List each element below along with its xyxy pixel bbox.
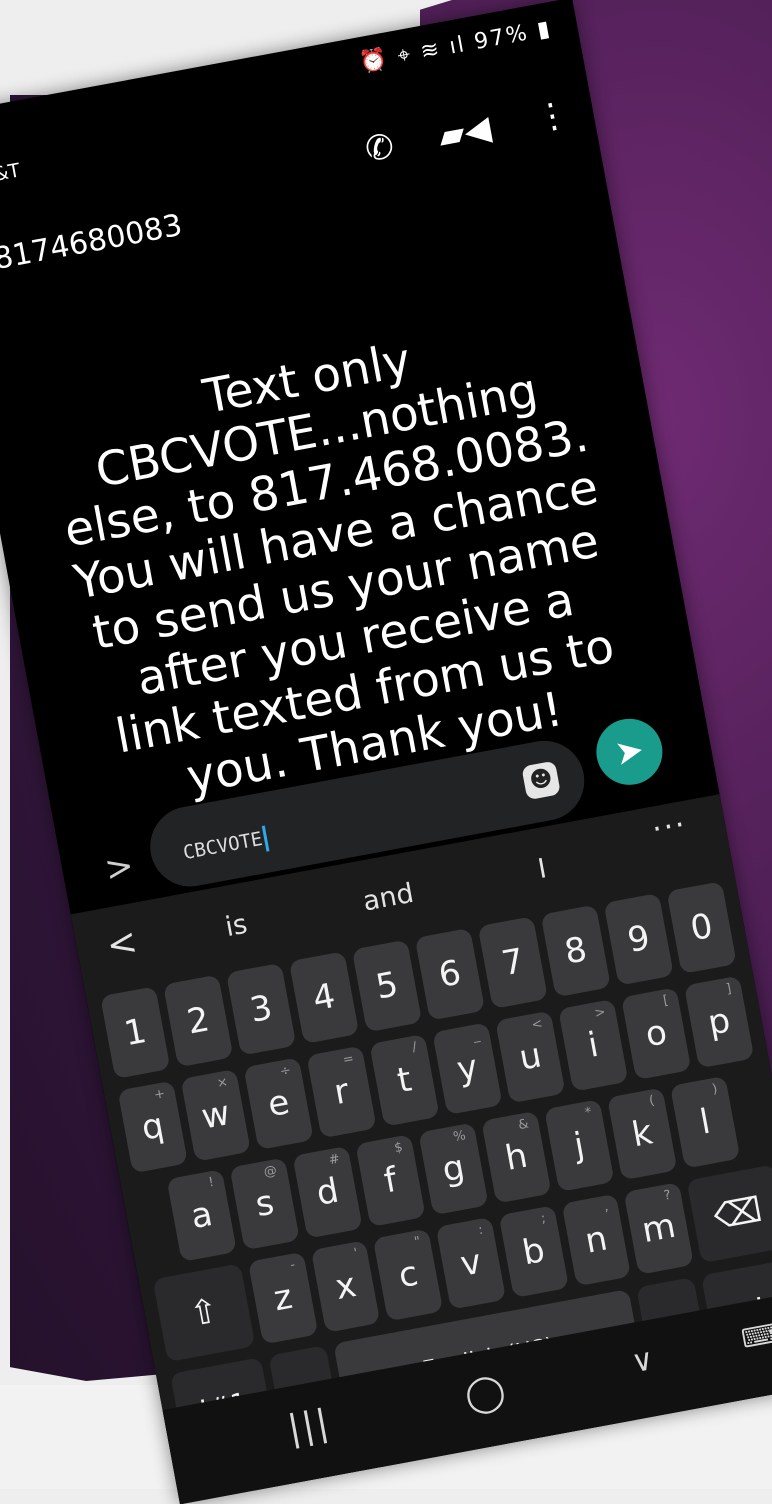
suggestion-back-button[interactable]: <	[103, 921, 140, 967]
suggestion-3[interactable]: I	[536, 853, 549, 885]
key-f[interactable]: $ f	[355, 1134, 426, 1227]
key-8[interactable]: 8	[540, 904, 611, 998]
key-6[interactable]: 6	[414, 927, 486, 1021]
message-input-value: CBCVOTE	[181, 825, 270, 867]
more-options-icon[interactable]: ⋮	[532, 93, 573, 139]
key-y[interactable]: _ y	[432, 1022, 503, 1116]
key-7[interactable]: 7	[477, 916, 549, 1010]
key-w[interactable]: × w	[180, 1068, 251, 1162]
key-1[interactable]: 1	[100, 986, 171, 1079]
expand-button[interactable]: >	[102, 845, 137, 890]
key-q[interactable]: + q	[117, 1080, 188, 1174]
key-u[interactable]: < u	[495, 1010, 566, 1104]
contact-number: 8174680083	[0, 207, 185, 278]
key-z[interactable]: -z	[248, 1251, 319, 1345]
send-icon: ➤	[611, 729, 648, 775]
key-c[interactable]: " c	[373, 1228, 444, 1322]
key-j[interactable]: * j	[544, 1099, 615, 1192]
key-i[interactable]: > i	[558, 998, 629, 1092]
send-button[interactable]: ➤	[590, 713, 668, 791]
key-3[interactable]: 3	[225, 962, 297, 1056]
key-h[interactable]: & h	[481, 1110, 552, 1204]
key-v[interactable]: :v	[435, 1216, 506, 1310]
key-0[interactable]: 0	[666, 881, 737, 975]
hide-keyboard-button[interactable]: ∨	[629, 1342, 657, 1380]
key-5[interactable]: 5	[351, 939, 423, 1033]
header-actions: ✆ ▰◀ ⋮	[362, 93, 573, 171]
backspace-key[interactable]: ⌫	[686, 1164, 772, 1264]
phone-icon[interactable]: ✆	[362, 126, 397, 171]
key-s[interactable]: @ s	[229, 1157, 300, 1251]
key-a[interactable]: ! a	[166, 1169, 237, 1262]
battery-icon: ▮	[535, 16, 554, 44]
key-2[interactable]: 2	[163, 974, 234, 1068]
key-t[interactable]: / t	[369, 1033, 440, 1127]
status-icons-text: ⏰ ⌖ ≋ ıl	[357, 32, 468, 77]
shift-key[interactable]: ⇧	[152, 1263, 256, 1363]
key-4[interactable]: 4	[288, 951, 360, 1044]
video-call-icon[interactable]: ▰◀	[435, 108, 494, 157]
sticker-icon[interactable]: ☻	[521, 760, 561, 801]
key-9[interactable]: 9	[603, 892, 674, 986]
key-e[interactable]: ÷ e	[243, 1057, 314, 1151]
suggestion-1[interactable]: is	[223, 909, 250, 943]
shift-icon: ⇧	[186, 1290, 222, 1336]
key-r[interactable]: = r	[306, 1045, 377, 1139]
battery-percent: 97%	[472, 20, 531, 55]
key-d[interactable]: # d	[292, 1145, 363, 1239]
key-m[interactable]: ? m	[623, 1182, 694, 1275]
key-b[interactable]: ; b	[498, 1205, 569, 1299]
key-l[interactable]: ) l	[669, 1075, 741, 1169]
key-o[interactable]: [o	[621, 987, 692, 1081]
more-options-button[interactable]: ···	[649, 807, 689, 848]
home-button[interactable]: ◯	[461, 1370, 508, 1418]
key-g[interactable]: % g	[418, 1122, 489, 1216]
keyboard: < is and I ··· 1 2 3 4 5 6 7 8 9 0 + q × w…	[70, 794, 772, 1504]
keyboard-icon[interactable]: ⌨	[739, 1319, 772, 1355]
recent-apps-button[interactable]: |||	[285, 1402, 334, 1450]
carrier-label: 3 AT&T	[0, 159, 22, 193]
key-n[interactable]: ,n	[561, 1193, 632, 1287]
key-x[interactable]: ' x	[310, 1240, 381, 1333]
key-p[interactable]: ] p	[683, 975, 755, 1069]
key-k[interactable]: (k	[607, 1087, 678, 1181]
suggestion-2[interactable]: and	[361, 878, 417, 918]
backspace-icon: ⌫	[710, 1189, 766, 1238]
